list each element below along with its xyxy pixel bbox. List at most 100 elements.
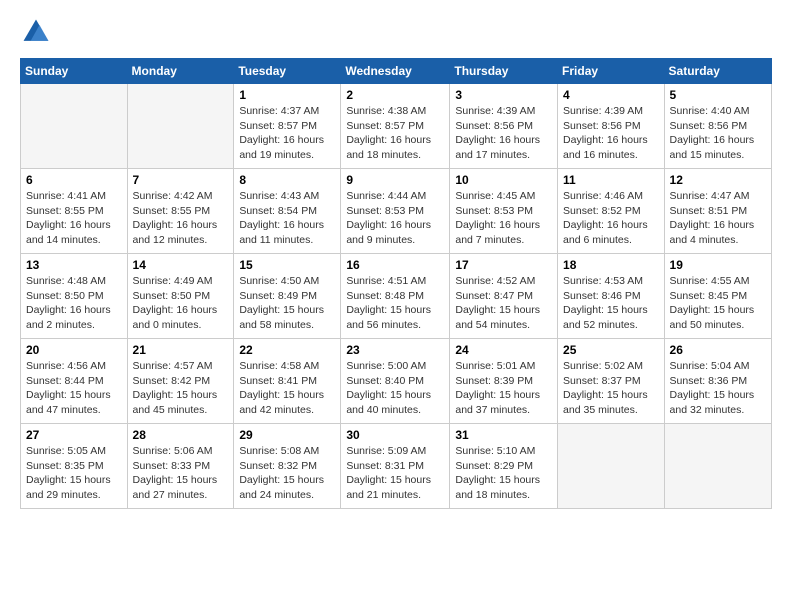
calendar-cell: 8 Sunrise: 4:43 AMSunset: 8:54 PMDaylight… [234,169,341,254]
header [20,16,772,48]
day-number: 3 [455,88,552,102]
day-info: Sunrise: 4:49 AMSunset: 8:50 PMDaylight:… [133,274,229,333]
calendar-cell: 24 Sunrise: 5:01 AMSunset: 8:39 PMDayligh… [450,339,558,424]
calendar-cell: 9Sunrise: 4:44 AMSunset: 8:53 PMDaylight… [341,169,450,254]
day-info: Sunrise: 4:41 AMSunset: 8:55 PMDaylight:… [26,189,122,248]
weekday-header-row: SundayMondayTuesdayWednesdayThursdayFrid… [21,59,772,84]
day-number: 22 [239,343,335,357]
week-row-1: 1Sunrise: 4:37 AMSunset: 8:57 PMDaylight… [21,84,772,169]
day-number: 11 [563,173,659,187]
day-info: Sunrise: 4:55 AMSunset: 8:45 PMDaylight:… [670,274,766,333]
calendar-cell: 22Sunrise: 4:58 AMSunset: 8:41 PMDayligh… [234,339,341,424]
day-info: Sunrise: 5:08 AMSunset: 8:32 PMDaylight:… [239,444,335,503]
day-number: 5 [670,88,766,102]
calendar-cell: 11 Sunrise: 4:46 AMSunset: 8:52 PMDayligh… [558,169,665,254]
day-number: 18 [563,258,659,272]
week-row-2: 6 Sunrise: 4:41 AMSunset: 8:55 PMDaylight… [21,169,772,254]
calendar-cell: 18 Sunrise: 4:53 AMSunset: 8:46 PMDayligh… [558,254,665,339]
calendar-cell [127,84,234,169]
calendar-cell: 7 Sunrise: 4:42 AMSunset: 8:55 PMDaylight… [127,169,234,254]
day-number: 20 [26,343,122,357]
day-info: Sunrise: 4:48 AMSunset: 8:50 PMDaylight:… [26,274,122,333]
day-info: Sunrise: 4:43 AMSunset: 8:54 PMDaylight:… [239,189,335,248]
day-number: 26 [670,343,766,357]
logo [20,16,56,48]
day-number: 23 [346,343,444,357]
calendar-cell: 4 Sunrise: 4:39 AMSunset: 8:56 PMDaylight… [558,84,665,169]
calendar-cell [664,424,771,509]
day-number: 4 [563,88,659,102]
calendar-cell: 3 Sunrise: 4:39 AMSunset: 8:56 PMDaylight… [450,84,558,169]
day-number: 7 [133,173,229,187]
day-number: 8 [239,173,335,187]
day-info: Sunrise: 4:50 AMSunset: 8:49 PMDaylight:… [239,274,335,333]
day-info: Sunrise: 4:47 AMSunset: 8:51 PMDaylight:… [670,189,766,248]
day-number: 6 [26,173,122,187]
calendar-cell: 29 Sunrise: 5:08 AMSunset: 8:32 PMDayligh… [234,424,341,509]
day-info: Sunrise: 5:02 AMSunset: 8:37 PMDaylight:… [563,359,659,418]
day-info: Sunrise: 4:57 AMSunset: 8:42 PMDaylight:… [133,359,229,418]
calendar-cell: 14 Sunrise: 4:49 AMSunset: 8:50 PMDayligh… [127,254,234,339]
week-row-4: 20 Sunrise: 4:56 AMSunset: 8:44 PMDayligh… [21,339,772,424]
day-info: Sunrise: 5:09 AMSunset: 8:31 PMDaylight:… [346,444,444,503]
calendar-cell: 10Sunrise: 4:45 AMSunset: 8:53 PMDayligh… [450,169,558,254]
calendar-cell: 26 Sunrise: 5:04 AMSunset: 8:36 PMDayligh… [664,339,771,424]
day-number: 31 [455,428,552,442]
weekday-header-monday: Monday [127,59,234,84]
day-info: Sunrise: 4:56 AMSunset: 8:44 PMDaylight:… [26,359,122,418]
day-info: Sunrise: 4:39 AMSunset: 8:56 PMDaylight:… [455,104,552,163]
calendar-cell [21,84,128,169]
week-row-3: 13 Sunrise: 4:48 AMSunset: 8:50 PMDayligh… [21,254,772,339]
day-number: 24 [455,343,552,357]
calendar-table: SundayMondayTuesdayWednesdayThursdayFrid… [20,58,772,509]
calendar-cell: 17Sunrise: 4:52 AMSunset: 8:47 PMDayligh… [450,254,558,339]
weekday-header-tuesday: Tuesday [234,59,341,84]
day-number: 28 [133,428,229,442]
day-info: Sunrise: 5:00 AMSunset: 8:40 PMDaylight:… [346,359,444,418]
weekday-header-thursday: Thursday [450,59,558,84]
day-number: 16 [346,258,444,272]
day-number: 30 [346,428,444,442]
day-info: Sunrise: 5:04 AMSunset: 8:36 PMDaylight:… [670,359,766,418]
day-info: Sunrise: 4:39 AMSunset: 8:56 PMDaylight:… [563,104,659,163]
day-number: 25 [563,343,659,357]
logo-icon [20,16,52,48]
day-number: 14 [133,258,229,272]
day-info: Sunrise: 5:01 AMSunset: 8:39 PMDaylight:… [455,359,552,418]
calendar-cell: 20 Sunrise: 4:56 AMSunset: 8:44 PMDayligh… [21,339,128,424]
day-number: 29 [239,428,335,442]
calendar-cell: 16 Sunrise: 4:51 AMSunset: 8:48 PMDayligh… [341,254,450,339]
calendar-cell: 12Sunrise: 4:47 AMSunset: 8:51 PMDayligh… [664,169,771,254]
week-row-5: 27 Sunrise: 5:05 AMSunset: 8:35 PMDayligh… [21,424,772,509]
calendar-cell: 15Sunrise: 4:50 AMSunset: 8:49 PMDayligh… [234,254,341,339]
day-info: Sunrise: 5:10 AMSunset: 8:29 PMDaylight:… [455,444,552,503]
day-info: Sunrise: 5:05 AMSunset: 8:35 PMDaylight:… [26,444,122,503]
day-info: Sunrise: 4:42 AMSunset: 8:55 PMDaylight:… [133,189,229,248]
weekday-header-wednesday: Wednesday [341,59,450,84]
day-number: 2 [346,88,444,102]
day-number: 21 [133,343,229,357]
calendar-cell: 19Sunrise: 4:55 AMSunset: 8:45 PMDayligh… [664,254,771,339]
day-info: Sunrise: 4:37 AMSunset: 8:57 PMDaylight:… [239,104,335,163]
calendar-cell: 21 Sunrise: 4:57 AMSunset: 8:42 PMDayligh… [127,339,234,424]
calendar-cell: 5Sunrise: 4:40 AMSunset: 8:56 PMDaylight… [664,84,771,169]
calendar-cell: 30 Sunrise: 5:09 AMSunset: 8:31 PMDayligh… [341,424,450,509]
day-info: Sunrise: 4:44 AMSunset: 8:53 PMDaylight:… [346,189,444,248]
calendar-cell: 6 Sunrise: 4:41 AMSunset: 8:55 PMDaylight… [21,169,128,254]
day-info: Sunrise: 4:46 AMSunset: 8:52 PMDaylight:… [563,189,659,248]
calendar-cell: 28 Sunrise: 5:06 AMSunset: 8:33 PMDayligh… [127,424,234,509]
day-info: Sunrise: 4:53 AMSunset: 8:46 PMDaylight:… [563,274,659,333]
calendar-cell: 13 Sunrise: 4:48 AMSunset: 8:50 PMDayligh… [21,254,128,339]
calendar-cell: 1Sunrise: 4:37 AMSunset: 8:57 PMDaylight… [234,84,341,169]
weekday-header-sunday: Sunday [21,59,128,84]
weekday-header-saturday: Saturday [664,59,771,84]
calendar-cell: 27 Sunrise: 5:05 AMSunset: 8:35 PMDayligh… [21,424,128,509]
day-number: 27 [26,428,122,442]
calendar-cell: 25 Sunrise: 5:02 AMSunset: 8:37 PMDayligh… [558,339,665,424]
day-info: Sunrise: 4:51 AMSunset: 8:48 PMDaylight:… [346,274,444,333]
day-info: Sunrise: 5:06 AMSunset: 8:33 PMDaylight:… [133,444,229,503]
calendar-cell: 31 Sunrise: 5:10 AMSunset: 8:29 PMDayligh… [450,424,558,509]
day-number: 13 [26,258,122,272]
day-number: 17 [455,258,552,272]
day-number: 10 [455,173,552,187]
